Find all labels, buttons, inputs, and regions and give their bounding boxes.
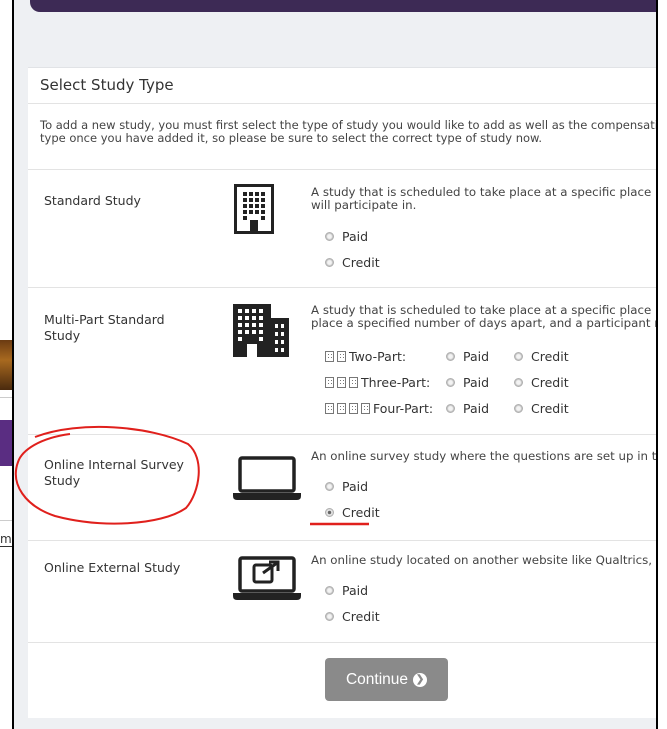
radio-button[interactable] xyxy=(325,586,334,595)
divider xyxy=(28,642,656,643)
intro-text: To add a new study, you must first selec… xyxy=(40,119,656,145)
study-description: A study that is scheduled to take place … xyxy=(311,186,656,212)
option-label: Paid xyxy=(342,583,369,598)
background-divider xyxy=(0,546,12,547)
study-name-multi-part: Multi-Part Standard Study xyxy=(44,312,165,343)
option-label: Credit xyxy=(531,401,569,416)
continue-button[interactable]: Continue ❯ xyxy=(325,658,448,701)
radio-button[interactable] xyxy=(325,482,334,491)
building-icon xyxy=(234,184,274,234)
three-part-paid-option[interactable]: Paid xyxy=(446,375,489,390)
part-label: Four-Part: xyxy=(373,401,434,416)
radio-button[interactable] xyxy=(325,612,334,621)
online-internal-paid-option[interactable]: Paid xyxy=(325,479,368,494)
laptop-external-link-icon xyxy=(233,556,301,600)
mini-building-icon xyxy=(325,351,334,362)
online-external-paid-option[interactable]: Paid xyxy=(325,583,368,598)
divider xyxy=(28,169,656,170)
radio-button[interactable] xyxy=(446,352,455,361)
chevron-right-circle-icon: ❯ xyxy=(413,672,428,687)
part-label: Two-Part: xyxy=(349,349,407,364)
mini-building-icon xyxy=(337,377,346,388)
background-divider xyxy=(0,520,12,521)
radio-button[interactable] xyxy=(514,378,523,387)
mini-building-icon xyxy=(325,377,334,388)
mini-building-icon xyxy=(361,403,370,414)
mini-building-icon xyxy=(349,377,358,388)
two-part-paid-option[interactable]: Paid xyxy=(446,349,489,364)
four-part-label: Four-Part: xyxy=(325,401,433,416)
select-study-type-card: Select Study Type To add a new study, yo… xyxy=(28,67,656,718)
background-purple-bar xyxy=(0,420,12,466)
continue-button-label: Continue xyxy=(345,670,409,688)
divider xyxy=(28,103,656,104)
mini-building-icon xyxy=(349,403,358,414)
standard-paid-option[interactable]: Paid xyxy=(325,229,368,244)
option-label: Paid xyxy=(342,479,369,494)
study-description: An online study located on another websi… xyxy=(311,553,658,567)
study-name-online-internal: Online Internal Survey Study xyxy=(44,457,184,488)
divider xyxy=(28,287,656,288)
online-external-credit-option[interactable]: Credit xyxy=(325,609,380,624)
option-label: Paid xyxy=(342,229,369,244)
study-name-standard: Standard Study xyxy=(44,193,141,208)
study-name-online-external: Online External Study xyxy=(44,560,181,575)
three-part-credit-option[interactable]: Credit xyxy=(514,375,569,390)
description-line: An online study located on another websi… xyxy=(311,553,658,567)
option-label: Paid xyxy=(463,375,490,390)
mini-building-icon xyxy=(337,351,346,362)
option-label: Credit xyxy=(342,609,380,624)
mini-building-icon xyxy=(337,403,346,414)
study-description: A study that is scheduled to take place … xyxy=(311,304,658,330)
background-text-fragment: m xyxy=(0,532,12,546)
background-divider xyxy=(0,397,12,398)
online-internal-credit-option[interactable]: Credit xyxy=(325,505,380,520)
option-label: Paid xyxy=(463,401,490,416)
description-line: place a specified number of days apart, … xyxy=(311,316,658,330)
radio-button[interactable] xyxy=(325,258,334,267)
three-part-label: Three-Part: xyxy=(325,375,430,390)
laptop-icon xyxy=(233,456,301,500)
mini-building-icon xyxy=(325,403,334,414)
card-title: Select Study Type xyxy=(40,76,174,94)
four-part-credit-option[interactable]: Credit xyxy=(514,401,569,416)
description-line: will participate in. xyxy=(311,198,417,212)
four-part-paid-option[interactable]: Paid xyxy=(446,401,489,416)
option-label: Paid xyxy=(463,349,490,364)
radio-button[interactable] xyxy=(325,232,334,241)
study-description: An online survey study where the questio… xyxy=(311,449,658,463)
divider xyxy=(28,540,656,541)
radio-button[interactable] xyxy=(446,378,455,387)
option-label: Credit xyxy=(342,255,380,270)
buildings-icon xyxy=(233,304,289,357)
standard-credit-option[interactable]: Credit xyxy=(325,255,380,270)
radio-button[interactable] xyxy=(514,352,523,361)
description-line: An online survey study where the questio… xyxy=(311,449,658,463)
radio-button-selected[interactable] xyxy=(325,508,334,517)
option-label: Credit xyxy=(531,349,569,364)
radio-button[interactable] xyxy=(446,404,455,413)
two-part-credit-option[interactable]: Credit xyxy=(514,349,569,364)
option-label: Credit xyxy=(342,505,380,520)
option-label: Credit xyxy=(531,375,569,390)
background-photo-fragment xyxy=(0,340,12,390)
screenshot-panel: Select Study Type To add a new study, yo… xyxy=(12,0,658,729)
top-nav-bar xyxy=(30,0,656,12)
part-label: Three-Part: xyxy=(361,375,431,390)
intro-line: type once you have added it, so please b… xyxy=(40,131,543,145)
two-part-label: Two-Part: xyxy=(325,349,406,364)
divider xyxy=(28,434,656,435)
radio-button[interactable] xyxy=(514,404,523,413)
